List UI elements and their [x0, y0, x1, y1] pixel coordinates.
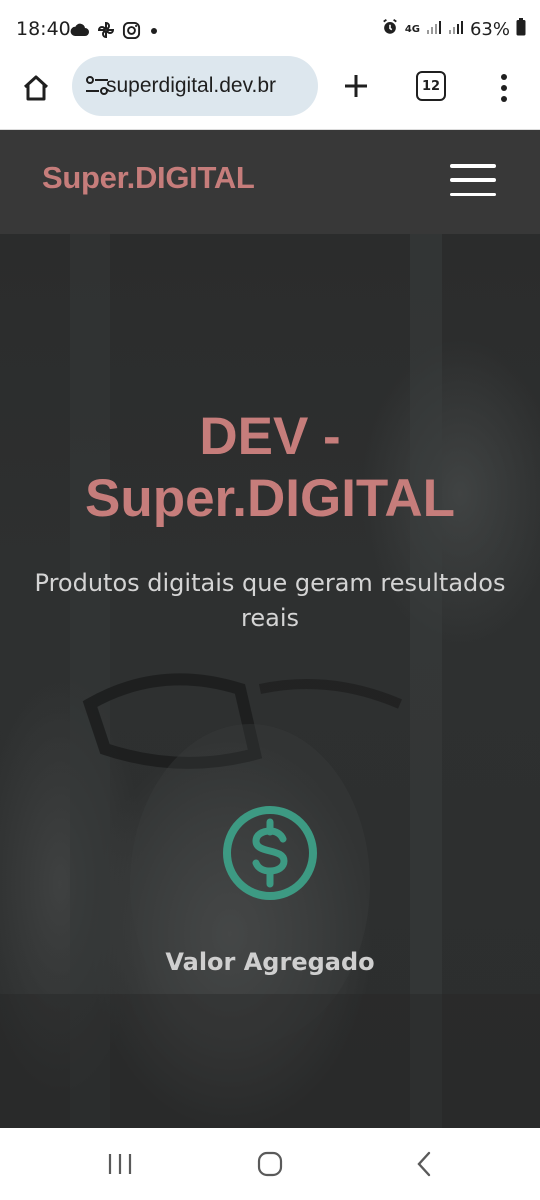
status-notification-icons	[70, 20, 161, 45]
more-vert-icon[interactable]	[490, 70, 518, 106]
site-header: Super.DIGITAL	[0, 130, 540, 234]
alarm-icon	[381, 18, 399, 41]
site-logo[interactable]: Super.DIGITAL	[42, 160, 255, 196]
hero-subtitle-line2: reais	[241, 604, 299, 632]
back-icon[interactable]	[404, 1148, 444, 1180]
browser-toolbar: superdigital.dev.br 12	[0, 56, 540, 130]
android-nav-bar	[0, 1128, 540, 1200]
plus-icon	[342, 72, 370, 105]
address-bar[interactable]: superdigital.dev.br	[72, 56, 318, 116]
instagram-icon	[122, 21, 141, 45]
feature-label: Valor Agregado	[165, 948, 375, 976]
battery-percent: 63%	[469, 19, 510, 40]
hamburger-icon[interactable]	[450, 164, 498, 196]
status-system-icons: 4G 63%	[381, 18, 526, 41]
status-time: 18:40	[16, 18, 71, 40]
pinwheel-icon	[96, 20, 116, 45]
new-tab-button[interactable]	[338, 70, 374, 106]
browser-home-button[interactable]	[18, 72, 54, 108]
home-icon[interactable]	[250, 1148, 290, 1180]
hero-section: DEV - Super.DIGITAL Produtos digitais qu…	[0, 234, 540, 1128]
status-bar: 18:40 4G 63%	[0, 0, 540, 62]
network-type: 4G	[404, 24, 420, 35]
cloud-icon	[70, 23, 90, 42]
tabs-icon[interactable]: 12	[416, 71, 446, 101]
home-icon	[21, 73, 51, 108]
signal-icon	[448, 19, 464, 40]
recent-apps-icon[interactable]	[100, 1148, 140, 1180]
hero-title: DEV - Super.DIGITAL	[0, 406, 540, 530]
dollar-circle-icon	[221, 804, 319, 902]
url-text: superdigital.dev.br	[106, 74, 277, 97]
hero-subtitle-line1: Produtos digitais que geram resultados	[34, 569, 506, 597]
signal-icon	[426, 19, 442, 40]
hero-background-image	[0, 234, 540, 1128]
hero-title-line1: DEV -	[199, 407, 341, 466]
tab-count: 12	[421, 78, 441, 94]
hero-title-line2: Super.DIGITAL	[84, 469, 456, 528]
hero-subtitle: Produtos digitais que geram resultados r…	[20, 566, 520, 636]
battery-icon	[516, 18, 526, 41]
dot-icon	[147, 23, 161, 42]
